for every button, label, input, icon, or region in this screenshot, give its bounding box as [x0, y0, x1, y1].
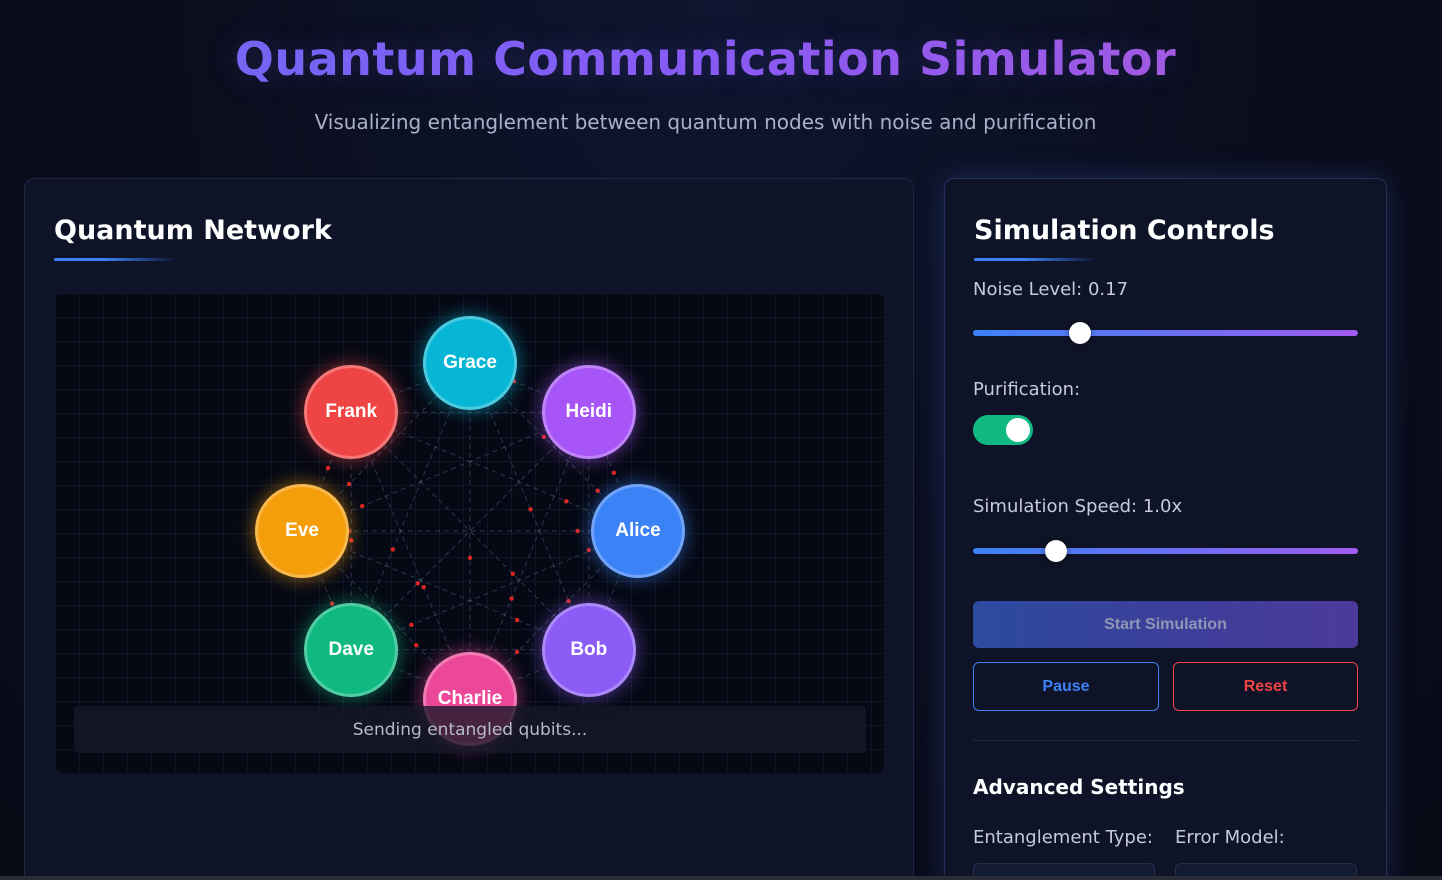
- speed-label: Simulation Speed: 1.0x: [973, 496, 1183, 517]
- network-panel: Quantum Network Grace Heidi Alice Bob Charli…: [24, 178, 914, 880]
- qubit-particle: [595, 488, 600, 493]
- page-subtitle: Visualizing entanglement between quantum…: [314, 110, 1097, 134]
- start-simulation-button[interactable]: Start Simulation: [973, 601, 1358, 648]
- pause-button[interactable]: Pause: [973, 662, 1159, 711]
- qubit-particle: [611, 470, 617, 475]
- qubit-particle: [325, 465, 331, 471]
- network-node-eve[interactable]: Eve: [255, 484, 349, 578]
- node-label: Heidi: [565, 401, 612, 423]
- network-node-frank[interactable]: Frank: [304, 365, 399, 460]
- qubit-particle: [421, 584, 426, 590]
- node-label: Dave: [328, 638, 374, 660]
- qubit-particle: [409, 622, 414, 628]
- network-node-grace[interactable]: Grace: [423, 316, 517, 410]
- purification-label: Purification:: [973, 379, 1081, 400]
- network-title-underline: [54, 258, 178, 261]
- qubit-particle: [510, 571, 515, 576]
- network-node-heidi[interactable]: Heidi: [541, 365, 636, 460]
- qubit-particle: [360, 503, 365, 509]
- reset-button[interactable]: Reset: [1173, 662, 1358, 711]
- noise-level-slider[interactable]: [973, 322, 1358, 344]
- qubit-particle: [541, 434, 547, 440]
- qubit-particle: [564, 499, 569, 504]
- network-node-bob[interactable]: Bob: [541, 602, 636, 697]
- qubit-particle: [346, 481, 352, 487]
- qubit-particle: [390, 547, 395, 552]
- network-panel-title: Quantum Network: [54, 215, 332, 246]
- toggle-knob: [1006, 418, 1030, 442]
- section-divider: [973, 740, 1358, 741]
- entanglement-type-label: Entanglement Type:: [973, 827, 1153, 848]
- controls-title-underline: [974, 258, 1098, 261]
- noise-slider-thumb[interactable]: [1069, 322, 1091, 344]
- node-label: Bob: [570, 638, 608, 660]
- qubit-particle: [415, 581, 420, 586]
- network-canvas[interactable]: Grace Heidi Alice Bob Charlie Dave Eve Frank Se…: [55, 293, 884, 773]
- page-title: Quantum Communication Simulator: [0, 32, 1411, 86]
- noise-level-label: Noise Level: 0.17: [973, 279, 1129, 300]
- qubit-particle: [509, 596, 514, 601]
- qubit-particle: [467, 555, 473, 561]
- speed-slider-thumb[interactable]: [1045, 540, 1067, 562]
- network-node-alice[interactable]: Alice: [591, 484, 685, 578]
- node-label: Frank: [325, 401, 378, 423]
- qubit-particle: [349, 538, 354, 543]
- qubit-particle: [414, 643, 419, 648]
- error-model-label: Error Model:: [1175, 827, 1285, 848]
- qubit-particle: [575, 528, 580, 534]
- qubit-particle: [514, 649, 520, 655]
- window-bottom-edge: [0, 876, 1442, 880]
- qubit-particle: [528, 507, 533, 512]
- node-label: Eve: [285, 520, 319, 541]
- controls-panel-title: Simulation Controls: [974, 215, 1275, 246]
- status-message: Sending entangled qubits...: [74, 706, 866, 753]
- purification-toggle[interactable]: [973, 415, 1033, 445]
- advanced-settings-title: Advanced Settings: [973, 775, 1185, 799]
- node-label: Alice: [615, 520, 661, 541]
- node-label: Grace: [443, 352, 497, 373]
- network-node-dave[interactable]: Dave: [304, 602, 399, 697]
- speed-slider[interactable]: [973, 540, 1358, 562]
- controls-panel: Simulation Controls Noise Level: 0.17 Pu…: [944, 178, 1387, 880]
- qubit-particle: [514, 617, 520, 623]
